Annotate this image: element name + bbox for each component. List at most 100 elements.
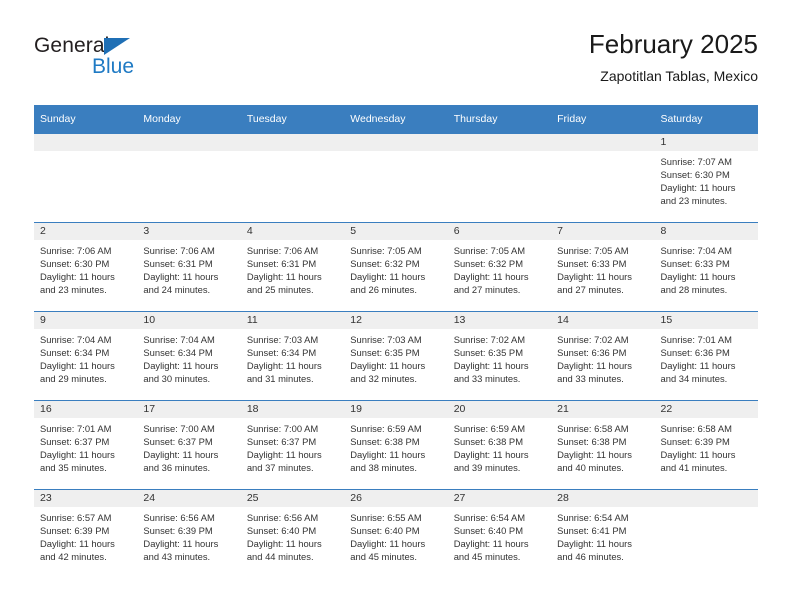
- day-details: Sunrise: 7:00 AM Sunset: 6:37 PM Daylight:…: [137, 418, 240, 474]
- calendar-day-cell-empty: [240, 133, 345, 223]
- daylight-text-line2: and 39 minutes.: [453, 462, 521, 474]
- daylight-text-line1: Daylight: 11 hours: [557, 360, 632, 372]
- sunset-text: Sunset: 6:40 PM: [246, 525, 317, 537]
- day-details: Sunrise: 7:01 AM Sunset: 6:37 PM Daylight:…: [34, 418, 137, 474]
- weekday-header-friday: Friday: [551, 105, 655, 134]
- calendar-day-cell[interactable]: 8 Sunrise: 7:04 AM Sunset: 6:33 PM Daylight…: [654, 222, 758, 312]
- calendar-day-cell[interactable]: 12 Sunrise: 7:03 AM Sunset: 6:35 PM Dayligh…: [344, 311, 448, 401]
- daylight-text-line2: and 29 minutes.: [40, 373, 107, 385]
- weekday-header-saturday: Saturday: [654, 105, 758, 134]
- day-number: 4: [240, 223, 345, 240]
- day-number: 22: [654, 401, 758, 418]
- sunrise-text: Sunrise: 7:00 AM: [143, 423, 215, 434]
- calendar-day-cell[interactable]: 5 Sunrise: 7:05 AM Sunset: 6:32 PM Daylight…: [344, 222, 448, 312]
- calendar-day-cell-empty: [344, 133, 448, 223]
- daylight-text-line1: Daylight: 11 hours: [660, 360, 736, 372]
- calendar-day-cell[interactable]: 10 Sunrise: 7:04 AM Sunset: 6:34 PM Dayligh…: [137, 311, 241, 401]
- logo-text-general: General: [34, 34, 110, 57]
- daylight-text-line2: and 37 minutes.: [246, 462, 314, 474]
- day-details: Sunrise: 7:04 AM Sunset: 6:34 PM Daylight:…: [137, 329, 240, 385]
- day-details: Sunrise: 7:03 AM Sunset: 6:35 PM Daylight:…: [344, 329, 447, 385]
- weekday-header-monday: Monday: [137, 105, 241, 134]
- daylight-text-line2: and 26 minutes.: [350, 284, 417, 296]
- sunrise-text: Sunrise: 7:06 AM: [143, 245, 215, 256]
- day-number: 14: [551, 312, 655, 329]
- page-header: General Blue February 2025 Zapotitlan Ta…: [34, 28, 758, 100]
- daylight-text-line2: and 23 minutes.: [660, 195, 728, 207]
- calendar-day-cell[interactable]: 9 Sunrise: 7:04 AM Sunset: 6:34 PM Daylight…: [34, 311, 138, 401]
- sunset-text: Sunset: 6:38 PM: [350, 436, 420, 448]
- sunrise-text: Sunrise: 7:07 AM: [660, 156, 732, 167]
- calendar-day-cell[interactable]: 28 Sunrise: 6:54 AM Sunset: 6:41 PM Dayligh…: [551, 489, 655, 578]
- daylight-text-line2: and 38 minutes.: [350, 462, 417, 474]
- calendar-day-cell[interactable]: 4 Sunrise: 7:06 AM Sunset: 6:31 PM Daylight…: [240, 222, 345, 312]
- daylight-text-line1: Daylight: 11 hours: [350, 271, 426, 283]
- sunrise-text: Sunrise: 6:57 AM: [40, 512, 112, 523]
- sunrise-text: Sunrise: 6:58 AM: [557, 423, 629, 434]
- calendar-body: 1 Sunrise: 7:07 AM Sunset: 6:30 PM Daylight…: [34, 133, 758, 578]
- daylight-text-line2: and 24 minutes.: [143, 284, 211, 296]
- calendar-day-cell[interactable]: 18 Sunrise: 7:00 AM Sunset: 6:37 PM Dayligh…: [240, 400, 345, 490]
- daylight-text-line2: and 33 minutes.: [557, 373, 624, 385]
- daylight-text-line1: Daylight: 11 hours: [453, 449, 529, 461]
- calendar-day-cell[interactable]: 14 Sunrise: 7:02 AM Sunset: 6:36 PM Dayligh…: [551, 311, 655, 401]
- calendar-day-cell[interactable]: 17 Sunrise: 7:00 AM Sunset: 6:37 PM Dayligh…: [137, 400, 241, 490]
- calendar-day-cell[interactable]: 16 Sunrise: 7:01 AM Sunset: 6:37 PM Dayligh…: [34, 400, 138, 490]
- daylight-text-line2: and 28 minutes.: [660, 284, 728, 296]
- calendar-day-cell[interactable]: 22 Sunrise: 6:58 AM Sunset: 6:39 PM Dayligh…: [654, 400, 758, 490]
- sunrise-text: Sunrise: 6:55 AM: [350, 512, 422, 523]
- daylight-text-line1: Daylight: 11 hours: [246, 271, 322, 283]
- sunrise-text: Sunrise: 7:05 AM: [557, 245, 629, 256]
- calendar-day-cell[interactable]: 15 Sunrise: 7:01 AM Sunset: 6:36 PM Dayligh…: [654, 311, 758, 401]
- calendar-day-cell[interactable]: 7 Sunrise: 7:05 AM Sunset: 6:33 PM Daylight…: [551, 222, 655, 312]
- day-details: Sunrise: 6:54 AM Sunset: 6:40 PM Daylight:…: [448, 507, 551, 563]
- calendar-day-cell[interactable]: 27 Sunrise: 6:54 AM Sunset: 6:40 PM Dayligh…: [447, 489, 552, 578]
- daylight-text-line2: and 44 minutes.: [246, 551, 314, 563]
- calendar-day-cell[interactable]: 20 Sunrise: 6:59 AM Sunset: 6:38 PM Dayligh…: [447, 400, 552, 490]
- calendar-day-cell[interactable]: 11 Sunrise: 7:03 AM Sunset: 6:34 PM Dayligh…: [240, 311, 345, 401]
- sunrise-text: Sunrise: 7:00 AM: [246, 423, 319, 434]
- calendar-day-cell[interactable]: 3 Sunrise: 7:06 AM Sunset: 6:31 PM Daylight…: [137, 222, 241, 312]
- calendar-week-row: 2 Sunrise: 7:06 AM Sunset: 6:30 PM Daylight…: [34, 222, 758, 312]
- calendar-day-cell[interactable]: 13 Sunrise: 7:02 AM Sunset: 6:35 PM Dayligh…: [447, 311, 552, 401]
- sunrise-text: Sunrise: 6:56 AM: [246, 512, 319, 523]
- daylight-text-line2: and 42 minutes.: [40, 551, 107, 563]
- day-number: 10: [137, 312, 241, 329]
- weekday-header-thursday: Thursday: [447, 105, 552, 134]
- calendar-day-cell[interactable]: 26 Sunrise: 6:55 AM Sunset: 6:40 PM Dayligh…: [344, 489, 448, 578]
- calendar-day-cell[interactable]: 23 Sunrise: 6:57 AM Sunset: 6:39 PM Dayligh…: [34, 489, 138, 578]
- daylight-text-line2: and 30 minutes.: [143, 373, 211, 385]
- day-number: 2: [34, 223, 138, 240]
- calendar-day-cell[interactable]: 6 Sunrise: 7:05 AM Sunset: 6:32 PM Daylight…: [447, 222, 552, 312]
- sunrise-text: Sunrise: 7:04 AM: [143, 334, 215, 345]
- sunrise-text: Sunrise: 6:59 AM: [350, 423, 422, 434]
- day-number: 5: [344, 223, 448, 240]
- calendar-day-cell[interactable]: 24 Sunrise: 6:56 AM Sunset: 6:39 PM Dayligh…: [137, 489, 241, 578]
- day-number: 25: [240, 490, 345, 507]
- daylight-text-line2: and 33 minutes.: [453, 373, 521, 385]
- sunset-text: Sunset: 6:37 PM: [246, 436, 317, 448]
- daylight-text-line2: and 40 minutes.: [557, 462, 624, 474]
- daylight-text-line2: and 32 minutes.: [350, 373, 417, 385]
- calendar-day-cell[interactable]: 21 Sunrise: 6:58 AM Sunset: 6:38 PM Dayligh…: [551, 400, 655, 490]
- day-number: 3: [137, 223, 241, 240]
- page-title: February 2025: [588, 29, 758, 59]
- day-details: Sunrise: 7:05 AM Sunset: 6:33 PM Daylight:…: [551, 240, 654, 296]
- sunset-text: Sunset: 6:37 PM: [143, 436, 213, 448]
- sunrise-text: Sunrise: 7:01 AM: [660, 334, 732, 345]
- day-number: [447, 134, 552, 151]
- day-number: 8: [654, 223, 758, 240]
- calendar-grid: Sunday Monday Tuesday Wednesday Thursday…: [34, 105, 758, 578]
- day-number: [240, 134, 345, 151]
- calendar-day-cell[interactable]: 1 Sunrise: 7:07 AM Sunset: 6:30 PM Daylight…: [654, 133, 758, 223]
- sunset-text: Sunset: 6:34 PM: [246, 347, 317, 359]
- calendar-day-cell[interactable]: 25 Sunrise: 6:56 AM Sunset: 6:40 PM Dayligh…: [240, 489, 345, 578]
- calendar-day-cell[interactable]: 19 Sunrise: 6:59 AM Sunset: 6:38 PM Dayligh…: [344, 400, 448, 490]
- day-number: 24: [137, 490, 241, 507]
- general-blue-logo[interactable]: General Blue: [34, 28, 234, 88]
- day-details: Sunrise: 7:04 AM Sunset: 6:34 PM Daylight:…: [34, 329, 137, 385]
- daylight-text-line2: and 46 minutes.: [557, 551, 624, 563]
- calendar-day-cell[interactable]: 2 Sunrise: 7:06 AM Sunset: 6:30 PM Daylight…: [34, 222, 138, 312]
- sunrise-text: Sunrise: 7:05 AM: [453, 245, 526, 256]
- sunset-text: Sunset: 6:30 PM: [660, 169, 730, 181]
